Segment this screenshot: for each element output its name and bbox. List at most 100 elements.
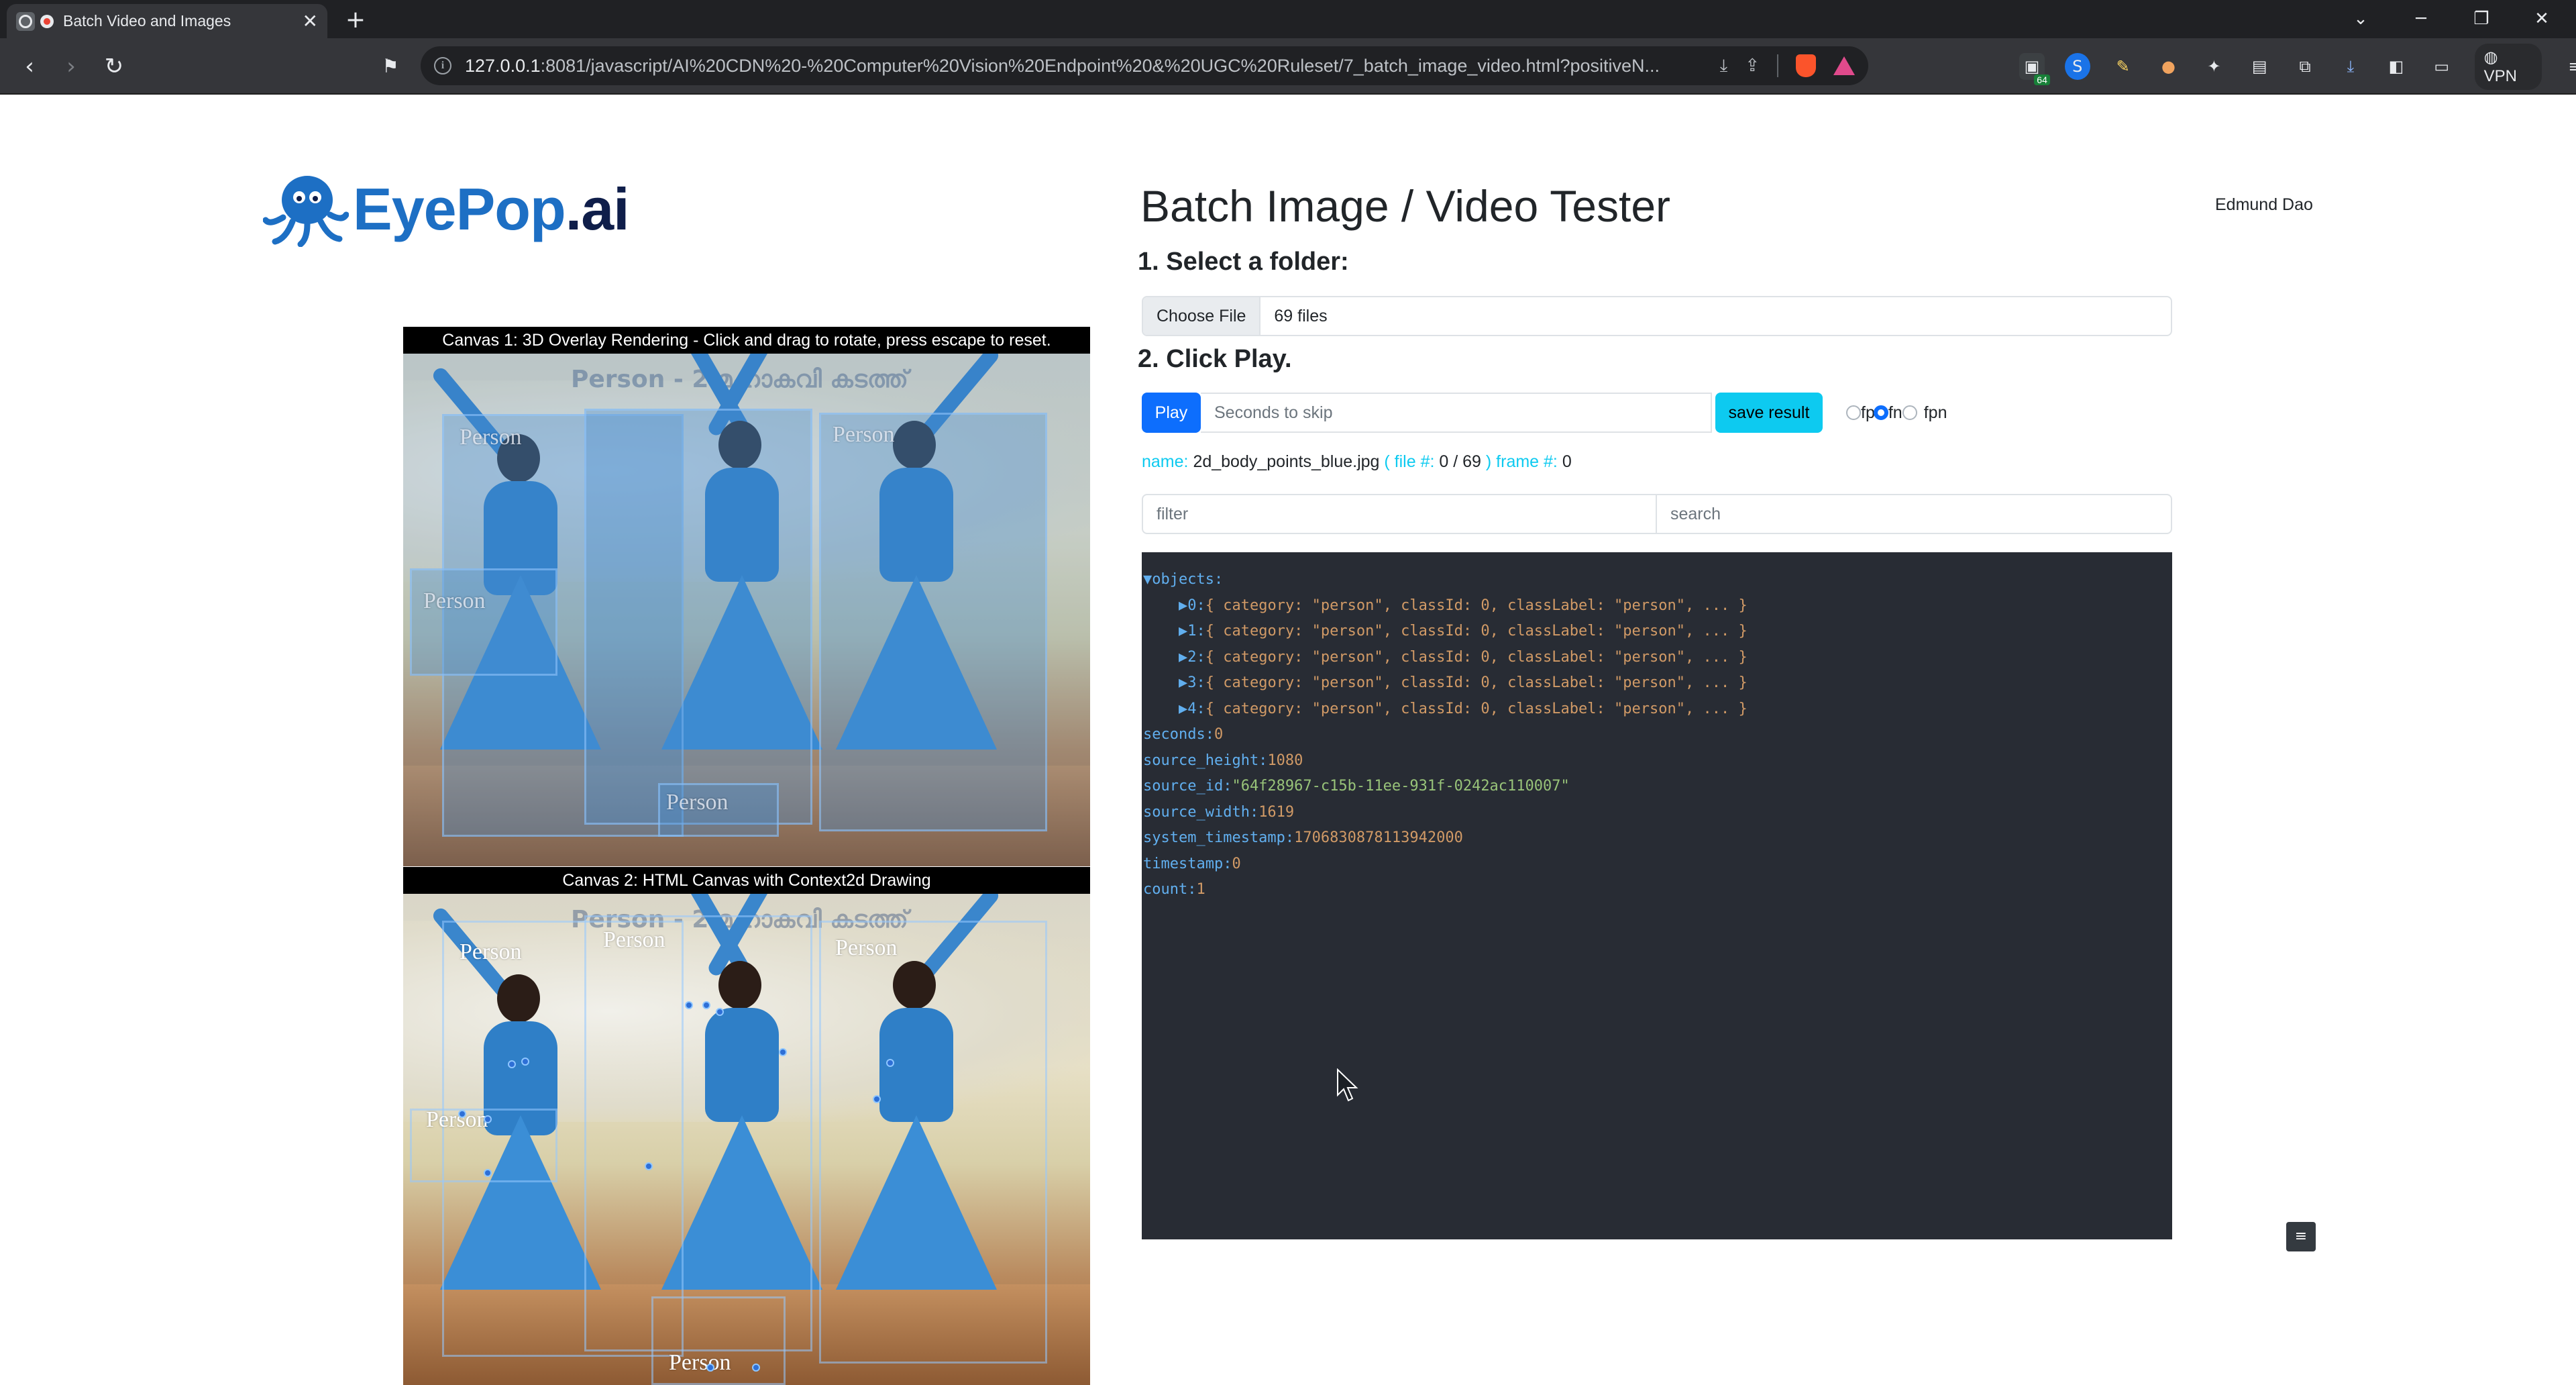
- share-icon[interactable]: ⇪: [1745, 56, 1760, 76]
- tab-close-icon[interactable]: ✕: [303, 10, 318, 32]
- json-object-row[interactable]: ▶3:{ category: "person", classId: 0, cla…: [1143, 670, 2172, 697]
- json-field-row: seconds:0: [1143, 726, 1224, 743]
- extension-monitor-icon[interactable]: ▣ 64: [2019, 53, 2050, 85]
- sidebar-icon[interactable]: ◧: [2383, 53, 2409, 80]
- download-icon[interactable]: ⤓: [1720, 56, 1728, 76]
- canvas2-scene[interactable]: Person - 2 മഹാകവി കടത്ത് Person Person P…: [403, 894, 1090, 1385]
- brave-shields-icon[interactable]: [1796, 54, 1816, 77]
- json-field-row: timestamp:0: [1143, 855, 1241, 872]
- person-label: Person: [666, 790, 729, 815]
- forward-icon[interactable]: ›: [55, 50, 87, 83]
- mouse-cursor-icon: [1337, 1068, 1358, 1102]
- extensions-row: ▣ 64 S ✎ ● ✦ ▤ ⧉ ⤓ ◧ ▭ ◍ VPN ≡: [2019, 43, 2576, 90]
- tab-favicon-icon: [16, 11, 35, 31]
- recording-indicator-icon: [40, 14, 54, 28]
- keypoint: [886, 1059, 894, 1067]
- vpn-button[interactable]: ◍ VPN: [2474, 43, 2542, 90]
- json-objects-key[interactable]: ▼objects:: [1143, 567, 2172, 593]
- bookmark-icon[interactable]: ⚑: [374, 50, 407, 83]
- radio-fp[interactable]: [1846, 405, 1861, 420]
- file-meta-line: name: 2d_body_points_blue.jpg ( file #: …: [1142, 452, 1572, 472]
- brave-rewards-icon[interactable]: [1833, 56, 1855, 75]
- canvas2-caption: Canvas 2: HTML Canvas with Context2d Dra…: [403, 867, 1090, 894]
- divider: [1777, 54, 1778, 77]
- canvas1-caption: Canvas 1: 3D Overlay Rendering - Click a…: [403, 327, 1090, 354]
- keypoint: [484, 1169, 492, 1177]
- keypoint: [645, 1162, 653, 1170]
- site-info-icon[interactable]: i: [434, 57, 451, 74]
- folder-file-input[interactable]: Choose File 69 files: [1142, 296, 2172, 336]
- person-box-2: [584, 915, 812, 1351]
- person-box-3: [819, 921, 1047, 1364]
- person-label: Person: [460, 939, 522, 964]
- keypoint: [685, 1001, 693, 1009]
- extensions-menu-icon[interactable]: ⧉: [2292, 53, 2318, 80]
- keypoint: [508, 1060, 516, 1068]
- extension-s-icon[interactable]: S: [2064, 53, 2090, 80]
- keypoint: [702, 1001, 710, 1009]
- extension-pen-icon[interactable]: ✎: [2110, 53, 2136, 80]
- json-field-row: count:1: [1143, 881, 1205, 898]
- seconds-to-skip-input[interactable]: Seconds to skip: [1201, 393, 1712, 433]
- browser-tab-active[interactable]: Batch Video and Images ✕: [7, 4, 327, 38]
- keypoint: [779, 1048, 787, 1056]
- logo-text-eyepop: EyePop: [353, 176, 566, 242]
- meta-name-value: 2d_body_points_blue.jpg: [1193, 452, 1380, 471]
- downloads-icon[interactable]: ⤓: [2338, 53, 2363, 80]
- page-title: Batch Image / Video Tester: [1140, 181, 1671, 231]
- keypoint: [484, 1115, 492, 1123]
- back-icon[interactable]: ‹: [13, 50, 46, 83]
- search-input[interactable]: search: [1657, 494, 2172, 534]
- close-window-button[interactable]: ✕: [2512, 0, 2572, 38]
- scroll-menu-button[interactable]: ≡: [2286, 1222, 2316, 1251]
- person-box-3: [819, 413, 1047, 831]
- radio-fpn-label: fpn: [1923, 403, 1947, 422]
- tab-search-icon[interactable]: ⌄: [2330, 0, 2391, 38]
- logo-text-ai: .ai: [565, 176, 630, 242]
- radio-fn[interactable]: [1873, 405, 1888, 420]
- json-object-row[interactable]: ▶1:{ category: "person", classId: 0, cla…: [1143, 619, 2172, 645]
- page-content: EyePop.ai Edmund Dao Batch Image / Video…: [0, 95, 2576, 1385]
- eyepop-logo: EyePop.ai: [263, 172, 630, 247]
- minimize-button[interactable]: ─: [2391, 0, 2451, 38]
- person-label: Person: [833, 422, 895, 447]
- keypoint: [716, 1008, 724, 1016]
- extension-puzzle-gray-icon[interactable]: ✦: [2201, 53, 2226, 80]
- url-text[interactable]: 127.0.0.1:8081/javascript/AI%20CDN%20-%2…: [465, 56, 1708, 76]
- keypoint: [458, 1110, 466, 1118]
- reload-icon[interactable]: ↻: [98, 50, 130, 83]
- json-result-viewer[interactable]: ▼objects: ▶0:{ category: "person", class…: [1142, 552, 2172, 1239]
- browser-menu-icon[interactable]: ≡: [2562, 53, 2576, 80]
- play-button[interactable]: Play: [1142, 393, 1201, 433]
- keypoint: [521, 1058, 529, 1066]
- user-name[interactable]: Edmund Dao: [2215, 195, 2313, 215]
- wallet-icon[interactable]: ▭: [2429, 53, 2455, 80]
- json-field-row: system_timestamp:1706830878113942000: [1143, 829, 1463, 846]
- canvas1-3d-overlay[interactable]: Canvas 1: 3D Overlay Rendering - Click a…: [403, 327, 1090, 866]
- radio-fpn[interactable]: [1902, 405, 1917, 420]
- restore-button[interactable]: ❐: [2451, 0, 2512, 38]
- choose-file-button[interactable]: Choose File: [1143, 297, 1261, 335]
- keypoint: [873, 1095, 881, 1103]
- new-tab-button[interactable]: +: [341, 7, 370, 34]
- person-label: Person: [835, 935, 898, 960]
- meta-name-key: name:: [1142, 452, 1189, 471]
- canvas1-scene[interactable]: Person - 2 മഹാകവി കടത്ത് Person Person P…: [403, 354, 1090, 866]
- json-object-row[interactable]: ▶4:{ category: "person", classId: 0, cla…: [1143, 697, 2172, 723]
- save-result-button[interactable]: save result: [1715, 393, 1823, 433]
- extension-box-icon[interactable]: ▤: [2247, 53, 2272, 80]
- json-field-row: source_width:1619: [1143, 803, 1295, 821]
- address-bar[interactable]: i 127.0.0.1:8081/javascript/AI%20CDN%20-…: [421, 46, 1868, 85]
- keypoint: [706, 1364, 714, 1372]
- meta-frame-key: ) frame #:: [1485, 452, 1558, 471]
- person-label: Person: [426, 1107, 488, 1132]
- person-box-2: [584, 409, 812, 825]
- step1-heading: 1. Select a folder:: [1138, 248, 1349, 276]
- person-box-4: [410, 568, 557, 676]
- json-object-row[interactable]: ▶2:{ category: "person", classId: 0, cla…: [1143, 645, 2172, 671]
- filter-input[interactable]: filter: [1142, 494, 1657, 534]
- step2-heading: 2. Click Play.: [1138, 345, 1292, 373]
- canvas2-context2d[interactable]: Canvas 2: HTML Canvas with Context2d Dra…: [403, 867, 1090, 1385]
- extension-cookie-icon[interactable]: ●: [2156, 53, 2182, 80]
- json-object-row[interactable]: ▶0:{ category: "person", classId: 0, cla…: [1143, 593, 2172, 619]
